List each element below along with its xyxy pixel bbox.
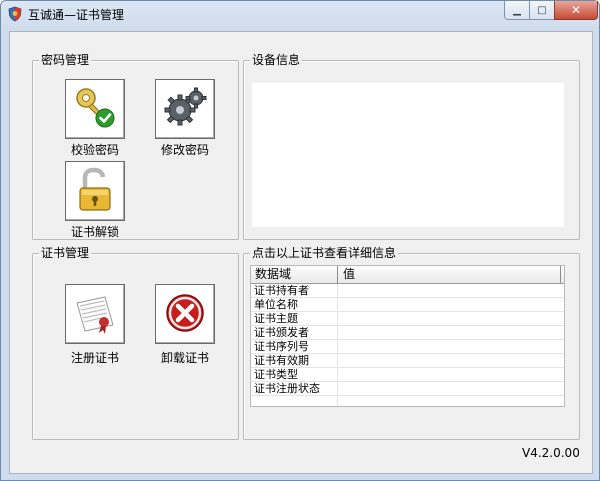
row-field: 证书序列号 <box>254 340 309 353</box>
row-field: 单位名称 <box>254 298 298 311</box>
row-field: 证书主题 <box>254 312 298 325</box>
minimize-button[interactable]: ▁ <box>504 1 530 20</box>
password-group-title: 密码管理 <box>39 53 92 67</box>
row-value <box>339 354 559 367</box>
row-value <box>339 284 559 297</box>
client-area: 密码管理 校验密码 修改密码 证书解锁 设备信息 证书管理 注册证书 卸载证书 … <box>9 31 593 474</box>
column-header-value[interactable]: 值 <box>339 266 543 283</box>
row-field: 证书类型 <box>254 368 298 381</box>
table-header: 数据域 值 <box>251 266 564 284</box>
table-row[interactable]: 证书颁发者 <box>251 326 564 340</box>
unlock-certificate-button[interactable] <box>65 161 125 221</box>
window-title: 互诚通—证书管理 <box>28 8 125 22</box>
details-group-title: 点击以上证书查看详细信息 <box>250 246 399 260</box>
row-value <box>339 298 559 311</box>
version-label: V4.2.0.00 <box>522 446 580 460</box>
certificate-icon <box>71 289 119 340</box>
row-value <box>339 340 559 353</box>
row-field: 证书颁发者 <box>254 326 309 339</box>
change-password-label: 修改密码 <box>160 143 209 157</box>
certificate-group-title: 证书管理 <box>39 246 92 260</box>
table-row[interactable]: 证书类型 <box>251 368 564 382</box>
device-info-group: 设备信息 <box>243 53 580 240</box>
column-divider[interactable] <box>560 266 561 283</box>
maximize-button[interactable]: □ <box>529 1 555 20</box>
row-field: 证书注册状态 <box>254 382 320 395</box>
key-check-icon <box>71 84 119 135</box>
close-icon: ✕ <box>570 3 582 17</box>
details-group: 点击以上证书查看详细信息 数据域 值 证书持有者 单位名称 证书主题 证书颁发者… <box>243 246 580 440</box>
change-password-button[interactable] <box>155 79 215 139</box>
verify-password-label: 校验密码 <box>70 143 119 157</box>
table-row[interactable]: 证书序列号 <box>251 340 564 354</box>
table-row[interactable]: 证书持有者 <box>251 284 564 298</box>
row-field: 证书有效期 <box>254 354 309 367</box>
verify-password-button[interactable] <box>65 79 125 139</box>
row-field: 证书持有者 <box>254 284 309 297</box>
table-row[interactable]: 单位名称 <box>251 298 564 312</box>
row-value <box>339 312 559 325</box>
shield-icon <box>7 6 23 22</box>
password-group: 密码管理 校验密码 修改密码 证书解锁 <box>32 53 239 240</box>
minimize-icon: ▁ <box>513 4 521 16</box>
register-certificate-label: 注册证书 <box>70 351 119 365</box>
row-value <box>339 382 559 395</box>
maximize-icon: □ <box>537 4 547 16</box>
certificate-group: 证书管理 注册证书 卸载证书 <box>32 246 239 440</box>
column-divider[interactable] <box>337 266 338 283</box>
uninstall-certificate-button[interactable] <box>155 284 215 344</box>
close-button[interactable]: ✕ <box>554 1 598 20</box>
main-window: 互诚通—证书管理 ▁ □ ✕ 密码管理 校验密码 修改密码 证书解锁 设备信息 … <box>0 0 600 481</box>
details-table[interactable]: 数据域 值 证书持有者 单位名称 证书主题 证书颁发者 证书序列号 证书有效期 … <box>250 265 565 407</box>
row-value <box>339 326 559 339</box>
column-header-field[interactable]: 数据域 <box>251 266 335 283</box>
row-value <box>339 368 559 381</box>
table-row[interactable]: 证书主题 <box>251 312 564 326</box>
gears-icon <box>161 84 209 135</box>
register-certificate-button[interactable] <box>65 284 125 344</box>
uninstall-certificate-label: 卸载证书 <box>160 351 209 365</box>
unlock-icon <box>71 166 119 217</box>
device-info-panel[interactable] <box>252 83 564 227</box>
remove-icon <box>161 289 209 340</box>
unlock-certificate-label: 证书解锁 <box>70 225 119 239</box>
device-info-group-title: 设备信息 <box>250 53 303 67</box>
title-bar[interactable]: 互诚通—证书管理 ▁ □ ✕ <box>1 1 599 27</box>
table-row[interactable]: 证书有效期 <box>251 354 564 368</box>
table-row[interactable]: 证书注册状态 <box>251 382 564 396</box>
